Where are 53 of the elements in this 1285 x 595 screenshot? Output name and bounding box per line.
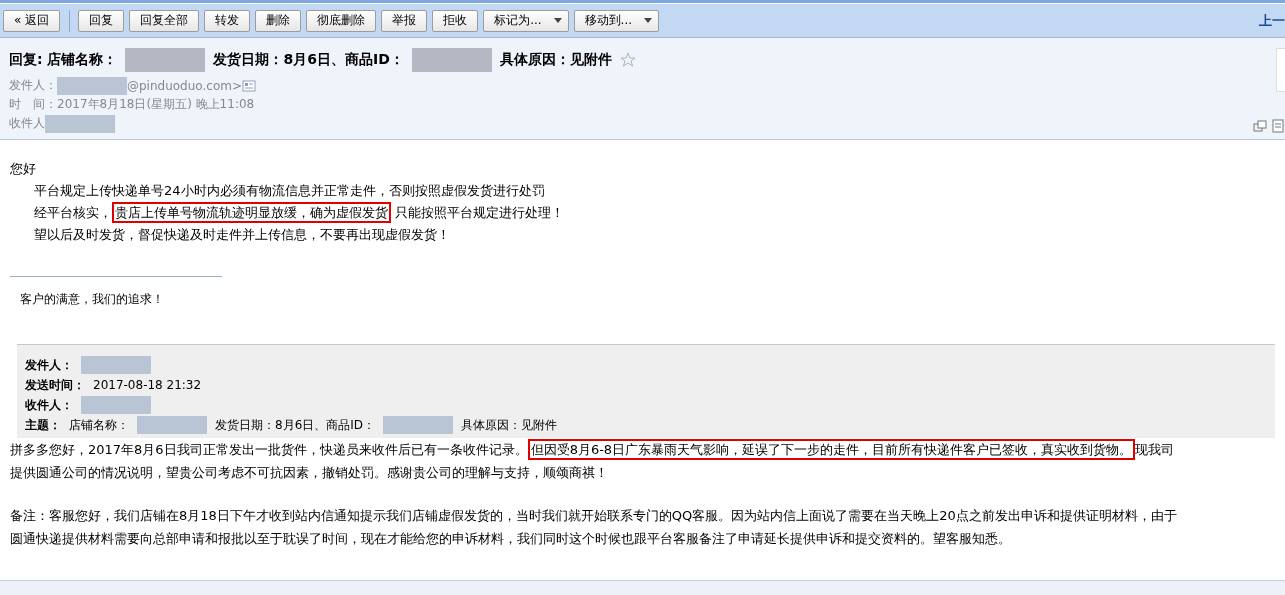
field-label: 时 间：	[9, 96, 57, 113]
dropdown-button[interactable]: 标记为...	[483, 9, 569, 32]
redaction-block	[81, 396, 151, 414]
redaction-block	[137, 416, 207, 434]
redaction-block	[57, 76, 127, 95]
body-text: 平台规定上传快递单号24小时内必须有物流信息并正常走件，否则按照虚假发货进行处罚	[34, 183, 545, 198]
dropdown-button[interactable]: 移动到...	[573, 9, 660, 32]
body-text: 只能按照平台规定进行处理！	[394, 205, 565, 220]
greeting-text: 您好	[10, 160, 37, 178]
caret-icon	[553, 18, 562, 23]
highlighted-text: 但因受8月6-8日广东暴雨天气影响，延误了下一步的走件，目前所有快递件客户已签收，真实收到货物。	[527, 439, 1136, 460]
body-text: 备注：客服您好，我们店铺在8月18日下午才收到站内信通知提示我们店铺虚假发货的，当时我们就开始联系专门的QQ客服。因为站内信上面说了需要在当天晚上20点之前发出申诉和提供证明材料，由于	[10, 508, 1177, 523]
field-value: 店铺名称：	[69, 416, 129, 434]
toolbar-button[interactable]: 转发	[204, 9, 251, 32]
field-value: 2017-08-18 21:32	[93, 378, 202, 392]
field-label: 收件人	[9, 115, 45, 132]
star-icon[interactable]	[619, 52, 636, 68]
toolbar-button[interactable]: 删除	[255, 9, 302, 32]
window-icon[interactable]	[1253, 119, 1267, 133]
field-value: @pinduoduo.com>	[127, 78, 242, 93]
field-label: 发送时间：	[25, 376, 85, 394]
field-label: 发件人：	[25, 356, 73, 374]
caret-icon	[644, 18, 653, 23]
subject-text: 发货日期：8月6日、商品ID：	[213, 51, 404, 69]
field-value: 2017年8月18日(星期五) 晚上11:08	[57, 96, 255, 113]
field-label: 收件人：	[25, 396, 73, 414]
subject-text: 具体原因：见附件	[499, 51, 612, 69]
body-text: 现我司	[1135, 442, 1175, 457]
toolbar-button[interactable]: 彻底删除	[306, 9, 377, 32]
field-label: 发件人：	[9, 77, 57, 94]
body-text: 提供圆通公司的情况说明，望贵公司考虑不可抗因素，撤销处罚。感谢贵公司的理解与支持，顺颂商祺！	[10, 465, 608, 480]
toolbar-button[interactable]: 拒收	[432, 9, 479, 32]
redaction-block	[383, 416, 454, 434]
field-value: 发货日期：8月6日、商品ID：	[215, 416, 376, 434]
body-text: 经平台核实，	[34, 205, 112, 220]
side-panel-edge	[1276, 48, 1285, 92]
contact-card-icon[interactable]	[242, 78, 256, 93]
body-text: 拼多多您好，2017年8月6日我司正常发出一批货件，快递员来收件后已有一条收件记录。	[10, 442, 528, 457]
body-text: 望以后及时发货，督促快递及时走件并上传信息，不要再出现虚假发货！	[34, 227, 450, 242]
toolbar-button[interactable]: 举报	[381, 9, 428, 32]
back-button[interactable]: « 返回	[3, 9, 61, 32]
toolbar-button[interactable]: 回复全部	[129, 9, 200, 32]
redaction-block	[45, 114, 115, 133]
note-icon[interactable]	[1271, 119, 1285, 133]
highlighted-text: 贵店上传单号物流轨迹明显放缓，确为虚假发货	[112, 202, 391, 223]
signature-text: 客户的满意，我们的追求！	[19, 291, 165, 308]
redaction-block	[81, 356, 151, 374]
toolbar-button[interactable]: 回复	[78, 9, 125, 32]
field-value: 具体原因：见附件	[461, 416, 558, 434]
previous-mail-link[interactable]: 上一	[1259, 11, 1285, 30]
field-label: 主题：	[25, 416, 61, 434]
body-text: 圆通快递提供材料需要向总部申请和报批以至于耽误了时间，现在才能给您的申诉材料，我们同时这个时候也跟平台客服备注了申请延长提供申诉和提交资料的。望客服知悉。	[10, 531, 1011, 546]
subject-text: 回复: 店铺名称：	[9, 51, 118, 69]
